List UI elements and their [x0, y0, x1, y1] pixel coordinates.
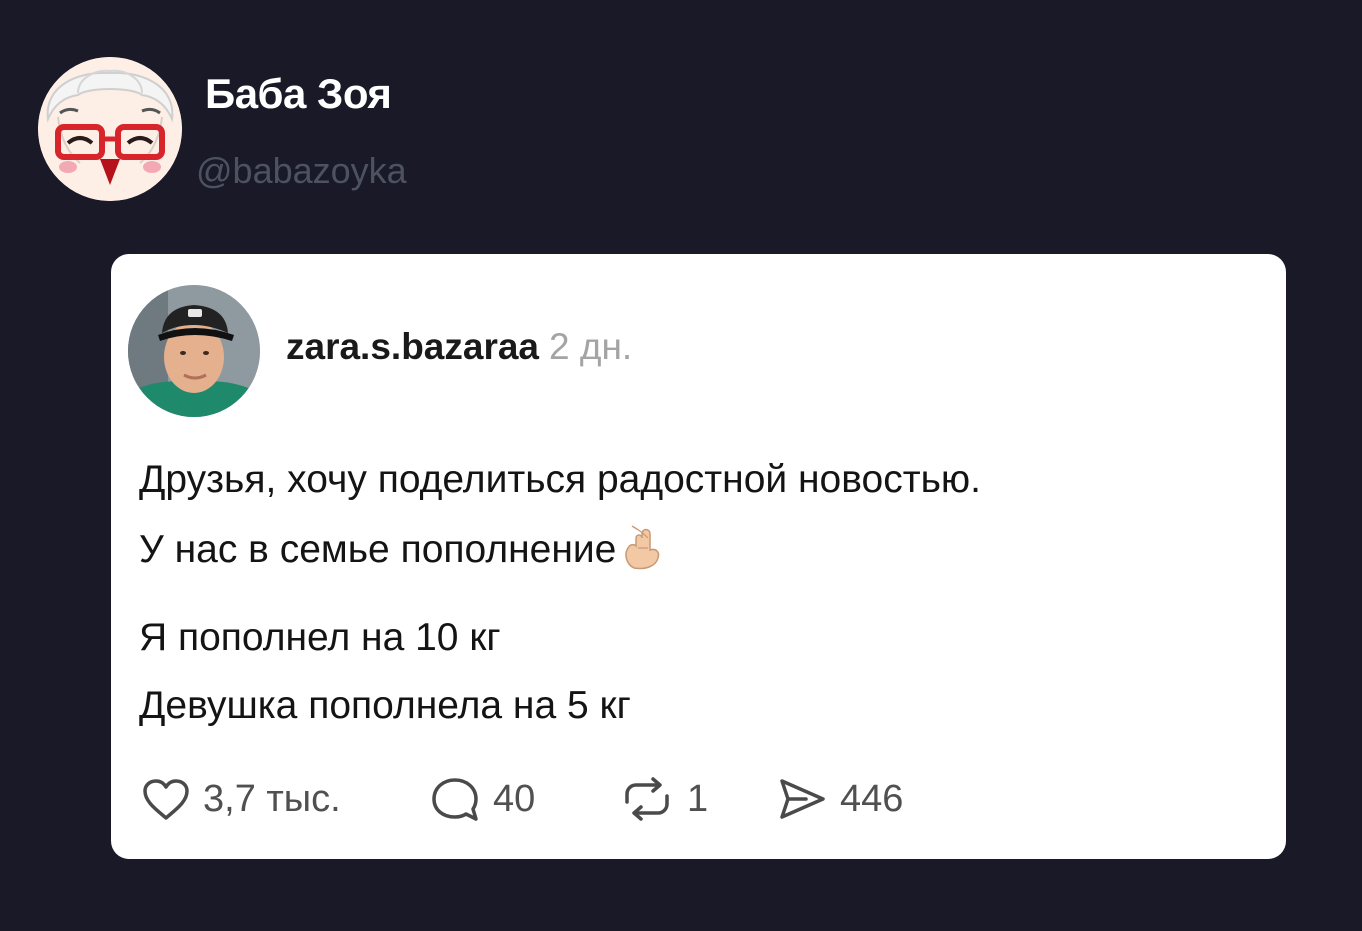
post-username[interactable]: zara.s.bazaraa: [286, 326, 539, 367]
repost-button[interactable]: 1: [619, 774, 708, 824]
heart-icon: [143, 779, 189, 820]
post-text-line: Друзья, хочу поделиться радостной новост…: [139, 458, 981, 501]
post-time[interactable]: 2 дн.: [549, 326, 632, 367]
share-button[interactable]: 446: [776, 774, 903, 824]
post-text-line: У нас в семье пополнение: [139, 524, 662, 580]
likes-count: 3,7 тыс.: [203, 777, 341, 820]
author-name[interactable]: Баба Зоя: [205, 70, 392, 118]
like-button[interactable]: 3,7 тыс.: [141, 774, 341, 824]
comment-bubble-icon: [432, 778, 478, 821]
reposts-count: 1: [687, 777, 709, 820]
shares-count: 446: [840, 777, 904, 820]
crossed-fingers-emoji-icon: [622, 524, 662, 580]
repost-icon: [625, 777, 669, 821]
post-author-line: zara.s.bazaraa 2 дн.: [286, 326, 632, 368]
man-photo-icon: [128, 285, 260, 417]
author-avatar[interactable]: [38, 57, 182, 201]
comment-button[interactable]: 40: [429, 774, 535, 824]
post-text-segment: У нас в семье пополнение: [139, 528, 617, 571]
post-author-avatar[interactable]: [128, 285, 260, 417]
grandma-avatar-icon: [38, 57, 182, 201]
post-text-line: Девушка пополнела на 5 кг: [139, 684, 631, 727]
author-handle[interactable]: @babazoyka: [196, 150, 407, 192]
send-icon: [780, 779, 825, 819]
embedded-post-card: zara.s.bazaraa 2 дн. Друзья, хочу поделит…: [111, 254, 1286, 859]
comments-count: 40: [493, 777, 536, 820]
post-text-line: Я пополнел на 10 кг: [139, 616, 501, 659]
